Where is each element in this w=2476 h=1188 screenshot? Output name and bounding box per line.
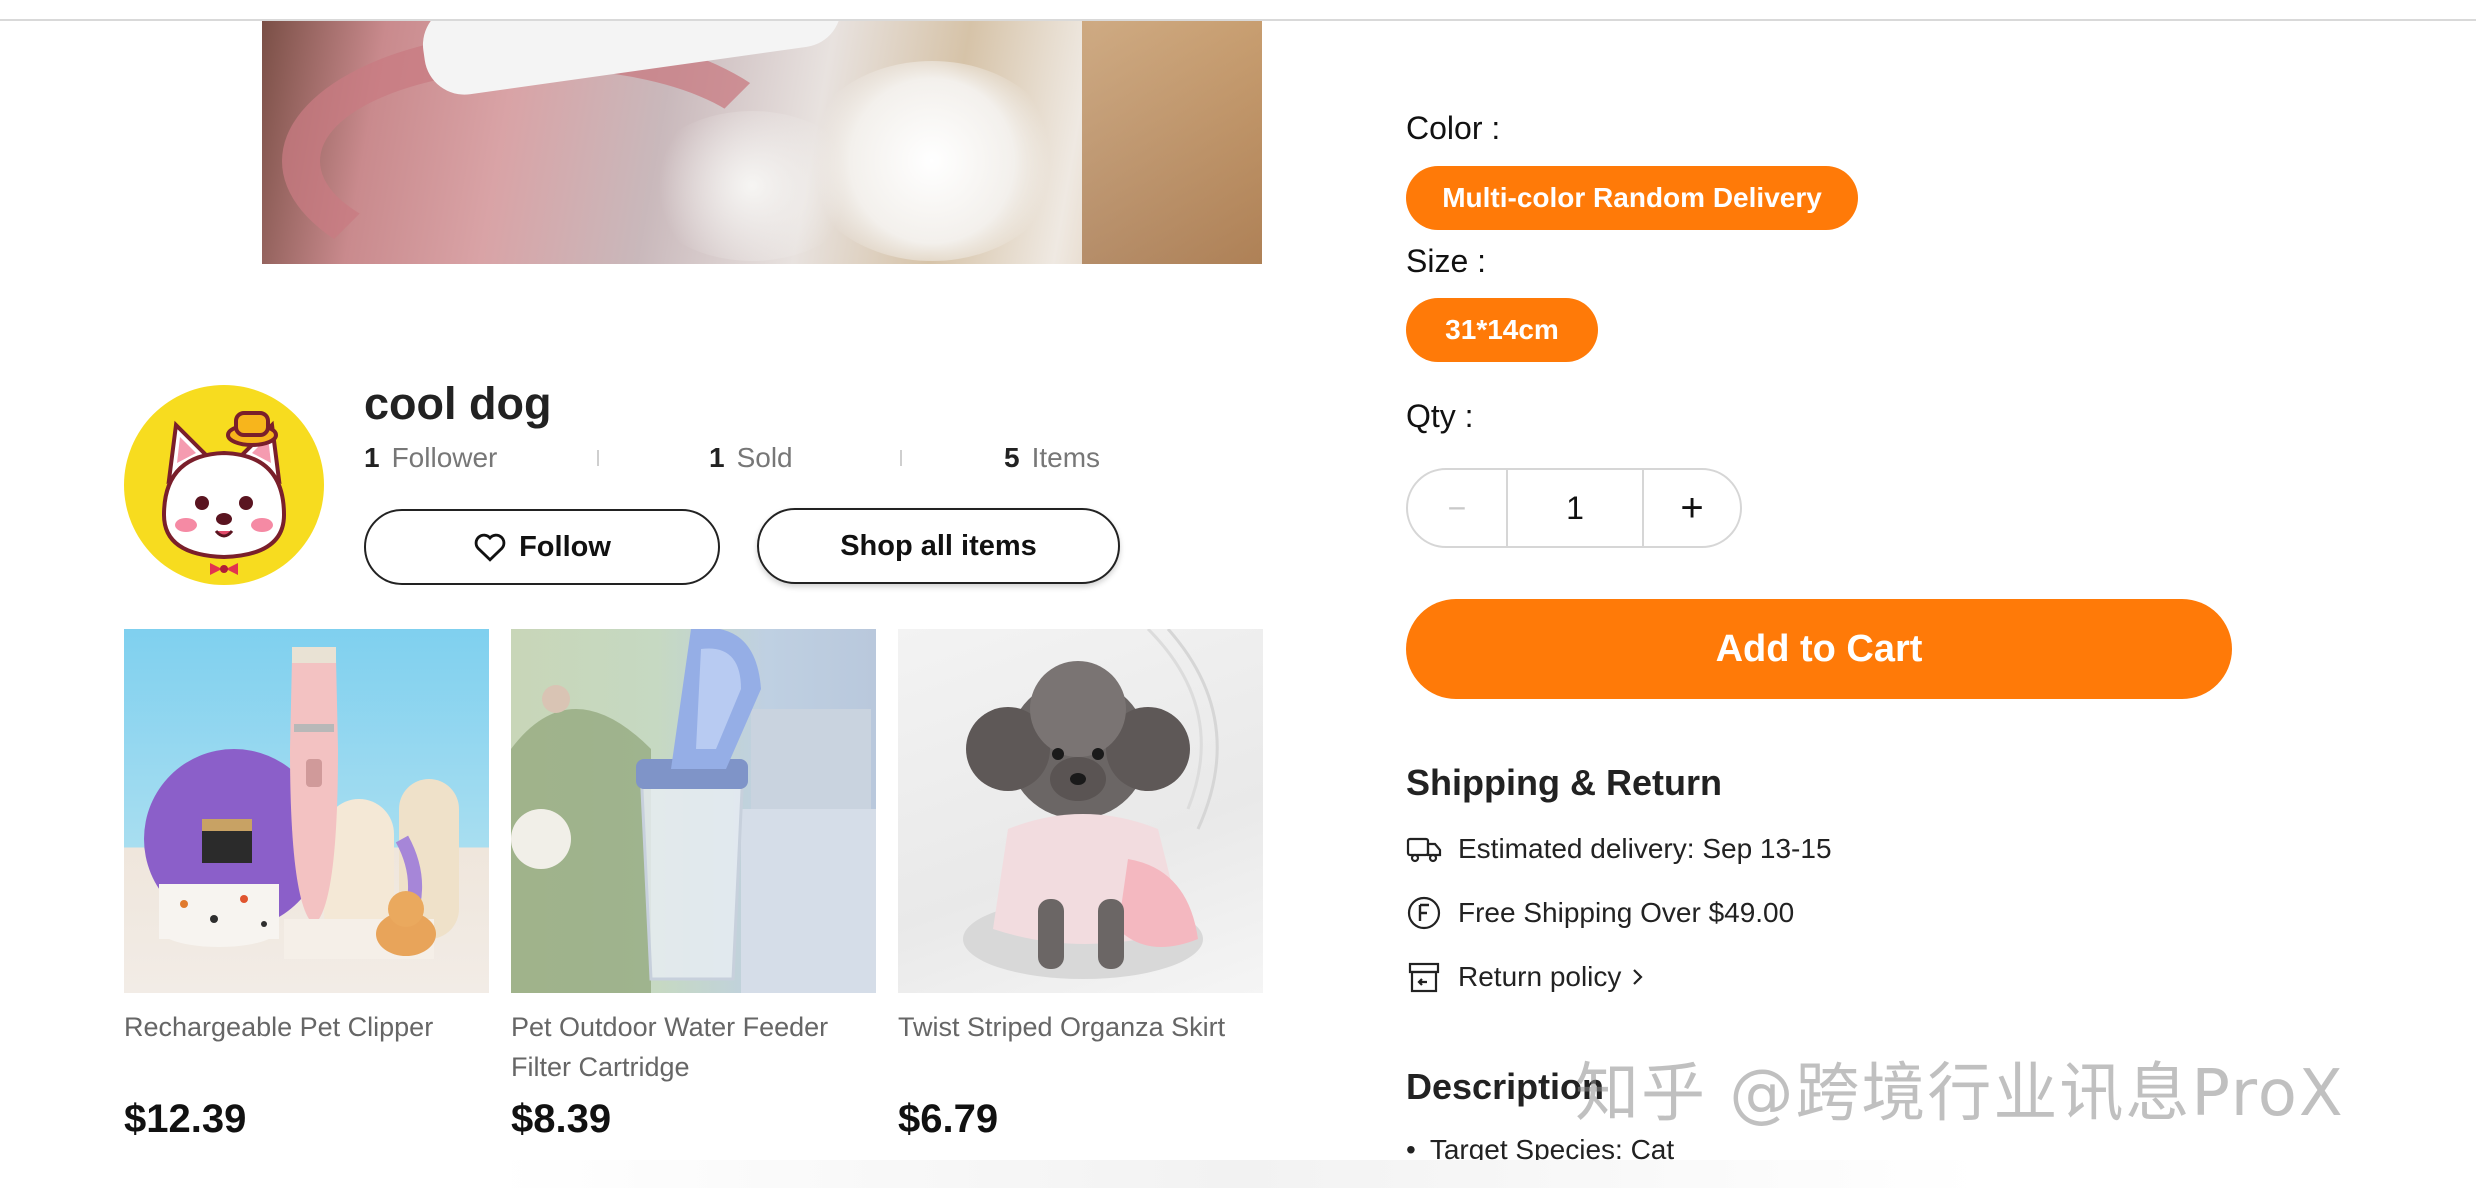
truck-icon [1406,831,1442,867]
product-price: $12.39 [124,1097,247,1141]
stat-divider [597,450,599,466]
size-label: Size : [1406,243,1487,279]
follower-label: Follower [391,442,498,473]
product-price: $8.39 [511,1097,612,1141]
chevron-right-icon [1631,966,1645,988]
product-card[interactable]: Rechargeable Pet Clipper $12.39 [124,629,489,1141]
free-shipping-text: Free Shipping Over $49.00 [1458,897,1795,928]
color-label: Color : [1406,110,1501,146]
top-divider [0,0,2476,21]
add-to-cart-button[interactable]: Add to Cart [1406,599,2232,699]
stat-divider [900,450,902,466]
product-card[interactable]: Pet Outdoor Water Feeder Filter Cartridg… [511,629,876,1141]
estimated-delivery-row: Estimated delivery: Sep 13-15 [1406,829,1832,869]
stat-followers: 1 Follower [364,442,497,474]
quantity-stepper[interactable]: − 1 + [1406,468,1742,548]
stat-items: 5 Items [1004,442,1100,474]
heart-icon [474,533,506,562]
product-image[interactable] [511,629,876,993]
shop-all-label: Shop all items [840,529,1037,562]
product-name[interactable]: Twist Striped Organza Skirt [898,1007,1263,1091]
sold-count: 1 [709,442,725,473]
product-name[interactable]: Pet Outdoor Water Feeder Filter Cartridg… [511,1007,876,1091]
qty-label: Qty : [1406,398,1474,434]
product-main-image [262,21,1262,264]
delivery-text: Estimated delivery: Sep 13-15 [1458,833,1832,864]
increment-button[interactable]: + [1644,470,1740,546]
shop-all-items-button[interactable]: Shop all items [757,508,1120,584]
size-option-chip[interactable]: 31*14cm [1406,298,1598,362]
watermark-text: 知乎 @跨境行业讯息ProX [1575,1057,2345,1131]
product-price: $6.79 [898,1097,999,1141]
dog-mascot-icon [161,411,287,575]
items-count: 5 [1004,442,1020,473]
return-policy-link[interactable]: Return policy [1406,957,1645,997]
product-name[interactable]: Rechargeable Pet Clipper [124,1007,489,1091]
decrement-button[interactable]: − [1408,470,1508,546]
return-box-icon [1406,959,1442,995]
quantity-value[interactable]: 1 [1508,470,1644,546]
product-card[interactable]: Twist Striped Organza Skirt $6.79 [898,629,1263,1141]
store-avatar[interactable] [124,385,324,585]
follow-label: Follow [519,530,611,563]
follower-count: 1 [364,442,380,473]
bottom-fade [0,1160,2476,1188]
sold-label: Sold [736,442,793,473]
product-image[interactable] [898,629,1263,993]
items-label: Items [1031,442,1101,473]
stat-sold: 1 Sold [709,442,793,474]
product-image[interactable] [124,629,489,993]
color-option-chip[interactable]: Multi-color Random Delivery [1406,166,1858,230]
store-name[interactable]: cool dog [364,378,551,430]
shipping-section-title: Shipping & Return [1406,762,1722,803]
free-shipping-icon [1406,895,1442,931]
return-policy-label[interactable]: Return policy [1458,961,1621,993]
free-shipping-row: Free Shipping Over $49.00 [1406,893,1794,933]
follow-button[interactable]: Follow [364,509,720,585]
